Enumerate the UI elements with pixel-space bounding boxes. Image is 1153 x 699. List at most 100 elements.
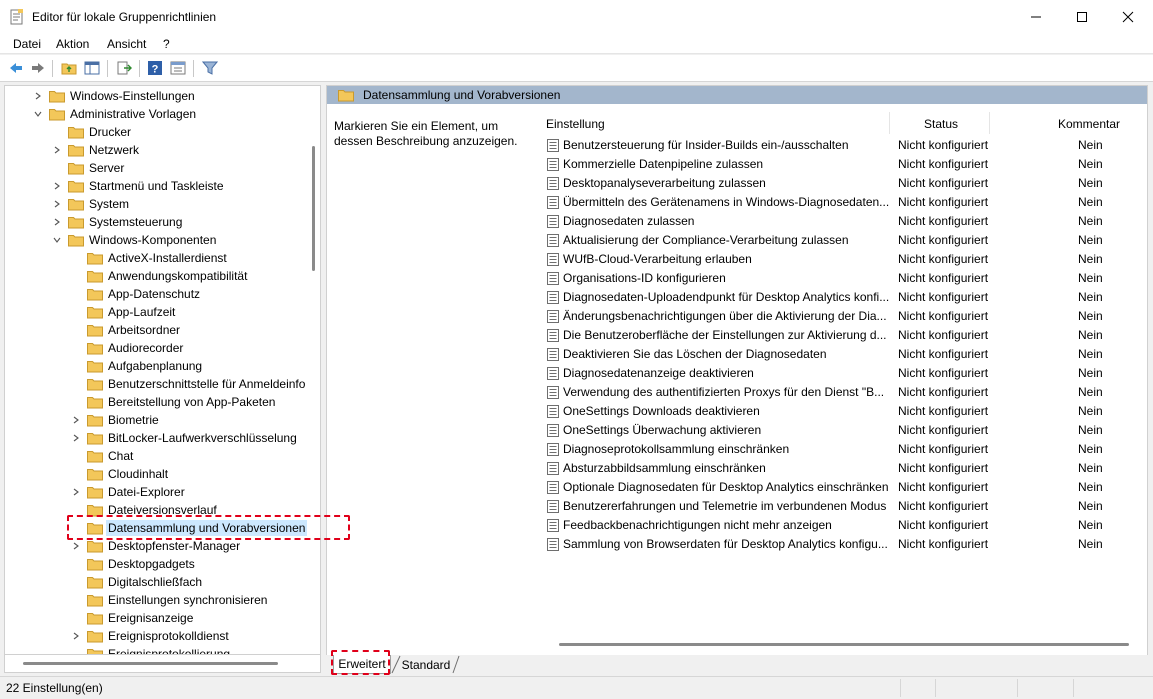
tree-item[interactable]: App-Datenschutz	[69, 285, 202, 303]
chevron-right-icon[interactable]	[50, 179, 64, 193]
menu-aktion[interactable]: Aktion	[56, 37, 89, 51]
setting-row[interactable]: Organisations-ID konfigurieren Nicht konf…	[545, 269, 1145, 288]
chevron-down-icon[interactable]	[31, 107, 45, 121]
chevron-right-icon[interactable]	[69, 413, 83, 427]
tree-item[interactable]: Benutzerschnittstelle für Anmeldeinfo	[69, 375, 307, 393]
tree-item[interactable]: Netzwerk	[50, 141, 141, 159]
setting-row[interactable]: Benutzersteuerung für Insider-Builds ein…	[545, 136, 1145, 155]
show-hide-tree-icon	[84, 61, 100, 75]
column-divider[interactable]	[889, 112, 890, 134]
tree-item[interactable]: Desktopgadgets	[69, 555, 197, 573]
chevron-right-icon[interactable]	[69, 485, 83, 499]
setting-row[interactable]: Sammlung von Browserdaten für Desktop An…	[545, 535, 1145, 554]
setting-row[interactable]: Kommerzielle Datenpipeline zulassen Nicht…	[545, 155, 1145, 174]
menu-datei[interactable]: Datei	[13, 37, 41, 51]
policy-setting-icon	[547, 386, 559, 399]
scrollbar-thumb[interactable]	[23, 662, 278, 665]
setting-row[interactable]: OneSettings Downloads deaktivieren Nicht …	[545, 402, 1145, 421]
setting-name: Aktualisierung der Compliance-Verarbeitu…	[563, 233, 849, 247]
chevron-down-icon[interactable]	[50, 233, 64, 247]
folder-icon	[87, 576, 103, 588]
chevron-right-icon[interactable]	[50, 197, 64, 211]
tree-item[interactable]: Windows-Einstellungen	[31, 87, 197, 105]
tree-pane[interactable]: Windows-Einstellungen Administrative Vorl…	[4, 85, 321, 655]
tree-horizontal-scrollbar[interactable]	[4, 655, 321, 673]
setting-row[interactable]: Diagnosedatenanzeige deaktivieren Nicht k…	[545, 364, 1145, 383]
setting-row[interactable]: Übermitteln des Gerätenamens in Windows-…	[545, 193, 1145, 212]
tree-item[interactable]: Systemsteuerung	[50, 213, 184, 231]
chevron-right-icon[interactable]	[50, 215, 64, 229]
tree-item[interactable]: Administrative Vorlagen	[31, 105, 198, 123]
tree-item[interactable]: Bereitstellung von App-Paketen	[69, 393, 277, 411]
setting-row[interactable]: Benutzererfahrungen und Telemetrie im ve…	[545, 497, 1145, 516]
tree-item-label: Netzwerk	[89, 143, 140, 157]
up-folder-button[interactable]	[59, 59, 79, 77]
setting-comment: Nein	[1078, 442, 1103, 456]
setting-row[interactable]: Änderungsbenachrichtigungen über die Akt…	[545, 307, 1145, 326]
column-header-setting[interactable]: Einstellung	[546, 117, 605, 131]
chevron-right-icon[interactable]	[31, 89, 45, 103]
chevron-right-icon[interactable]	[50, 143, 64, 157]
setting-row[interactable]: Optionale Diagnosedaten für Desktop Anal…	[545, 478, 1145, 497]
tree-item[interactable]: Audiorecorder	[69, 339, 185, 357]
setting-row[interactable]: Verwendung des authentifizierten Proxys …	[545, 383, 1145, 402]
chevron-right-icon[interactable]	[69, 431, 83, 445]
menu-help[interactable]: ?	[163, 37, 170, 51]
properties-button[interactable]	[168, 59, 188, 77]
tree-item[interactable]: Drucker	[50, 123, 133, 141]
tree-vertical-scrollbar[interactable]	[312, 146, 315, 271]
setting-row[interactable]: Diagnosedaten-Uploadendpunkt für Desktop…	[545, 288, 1145, 307]
list-horizontal-scrollbar[interactable]	[541, 634, 1147, 654]
column-header-comment[interactable]: Kommentar	[1058, 117, 1120, 131]
setting-row[interactable]: WUfB-Cloud-Verarbeitung erlauben Nicht ko…	[545, 250, 1145, 269]
tree-item[interactable]: Einstellungen synchronisieren	[69, 591, 269, 609]
chevron-right-icon[interactable]	[69, 629, 83, 643]
tree-item[interactable]: Ereignisanzeige	[69, 609, 195, 627]
scrollbar-thumb[interactable]	[559, 643, 1129, 646]
tree-item[interactable]: Biometrie	[69, 411, 161, 429]
tree-item[interactable]: App-Laufzeit	[69, 303, 177, 321]
column-divider[interactable]	[989, 112, 990, 134]
tree-item[interactable]: Startmenü und Taskleiste	[50, 177, 226, 195]
setting-name: Feedbackbenachrichtigungen nicht mehr an…	[563, 518, 832, 532]
tree-item[interactable]: System	[50, 195, 131, 213]
forward-button[interactable]	[28, 59, 48, 77]
close-button[interactable]	[1105, 0, 1151, 34]
setting-row[interactable]: OneSettings Überwachung aktivieren Nicht …	[545, 421, 1145, 440]
setting-row[interactable]: Desktopanalyseverarbeitung zulassen Nicht…	[545, 174, 1145, 193]
column-header-status[interactable]: Status	[924, 117, 958, 131]
tree-item[interactable]: Chat	[69, 447, 135, 465]
tree-item[interactable]: Cloudinhalt	[69, 465, 170, 483]
title-bar: Editor für lokale Gruppenrichtlinien	[0, 0, 1153, 34]
tree-item[interactable]: Arbeitsordner	[69, 321, 182, 339]
setting-row[interactable]: Diagnoseprotokollsammlung einschränken Ni…	[545, 440, 1145, 459]
setting-name: Diagnosedatenanzeige deaktivieren	[563, 366, 754, 380]
tree-item[interactable]: Aufgabenplanung	[69, 357, 204, 375]
setting-row[interactable]: Absturzabbildsammlung einschränken Nicht …	[545, 459, 1145, 478]
setting-row[interactable]: Die Benutzeroberfläche der Einstellungen…	[545, 326, 1145, 345]
tree-item[interactable]: Server	[50, 159, 126, 177]
export-list-button[interactable]	[114, 59, 134, 77]
tab-standard[interactable]: Standard	[396, 655, 456, 674]
minimize-button[interactable]	[1013, 0, 1059, 34]
tree-item[interactable]: Digitalschließfach	[69, 573, 204, 591]
setting-row[interactable]: Diagnosedaten zulassen Nicht konfiguriert…	[545, 212, 1145, 231]
tree-item[interactable]: Ereignisprotokollierung	[69, 645, 232, 654]
setting-row[interactable]: Aktualisierung der Compliance-Verarbeitu…	[545, 231, 1145, 250]
help-button[interactable]: ?	[145, 59, 165, 77]
tree-item[interactable]: ActiveX-Installerdienst	[69, 249, 229, 267]
filter-button[interactable]	[200, 59, 220, 77]
tree-item-label: Ereignisprotokolldienst	[108, 629, 229, 643]
maximize-button[interactable]	[1059, 0, 1105, 34]
chevron-right-icon[interactable]	[69, 539, 83, 553]
tree-item[interactable]: Ereignisprotokolldienst	[69, 627, 231, 645]
tree-item[interactable]: Datei-Explorer	[69, 483, 187, 501]
tree-item[interactable]: Anwendungskompatibilität	[69, 267, 249, 285]
show-hide-tree-button[interactable]	[82, 59, 102, 77]
back-button[interactable]	[6, 59, 26, 77]
menu-ansicht[interactable]: Ansicht	[107, 37, 146, 51]
setting-row[interactable]: Deaktivieren Sie das Löschen der Diagnos…	[545, 345, 1145, 364]
tree-item[interactable]: Windows-Komponenten	[50, 231, 218, 249]
setting-row[interactable]: Feedbackbenachrichtigungen nicht mehr an…	[545, 516, 1145, 535]
tree-item[interactable]: BitLocker-Laufwerkverschlüsselung	[69, 429, 299, 447]
